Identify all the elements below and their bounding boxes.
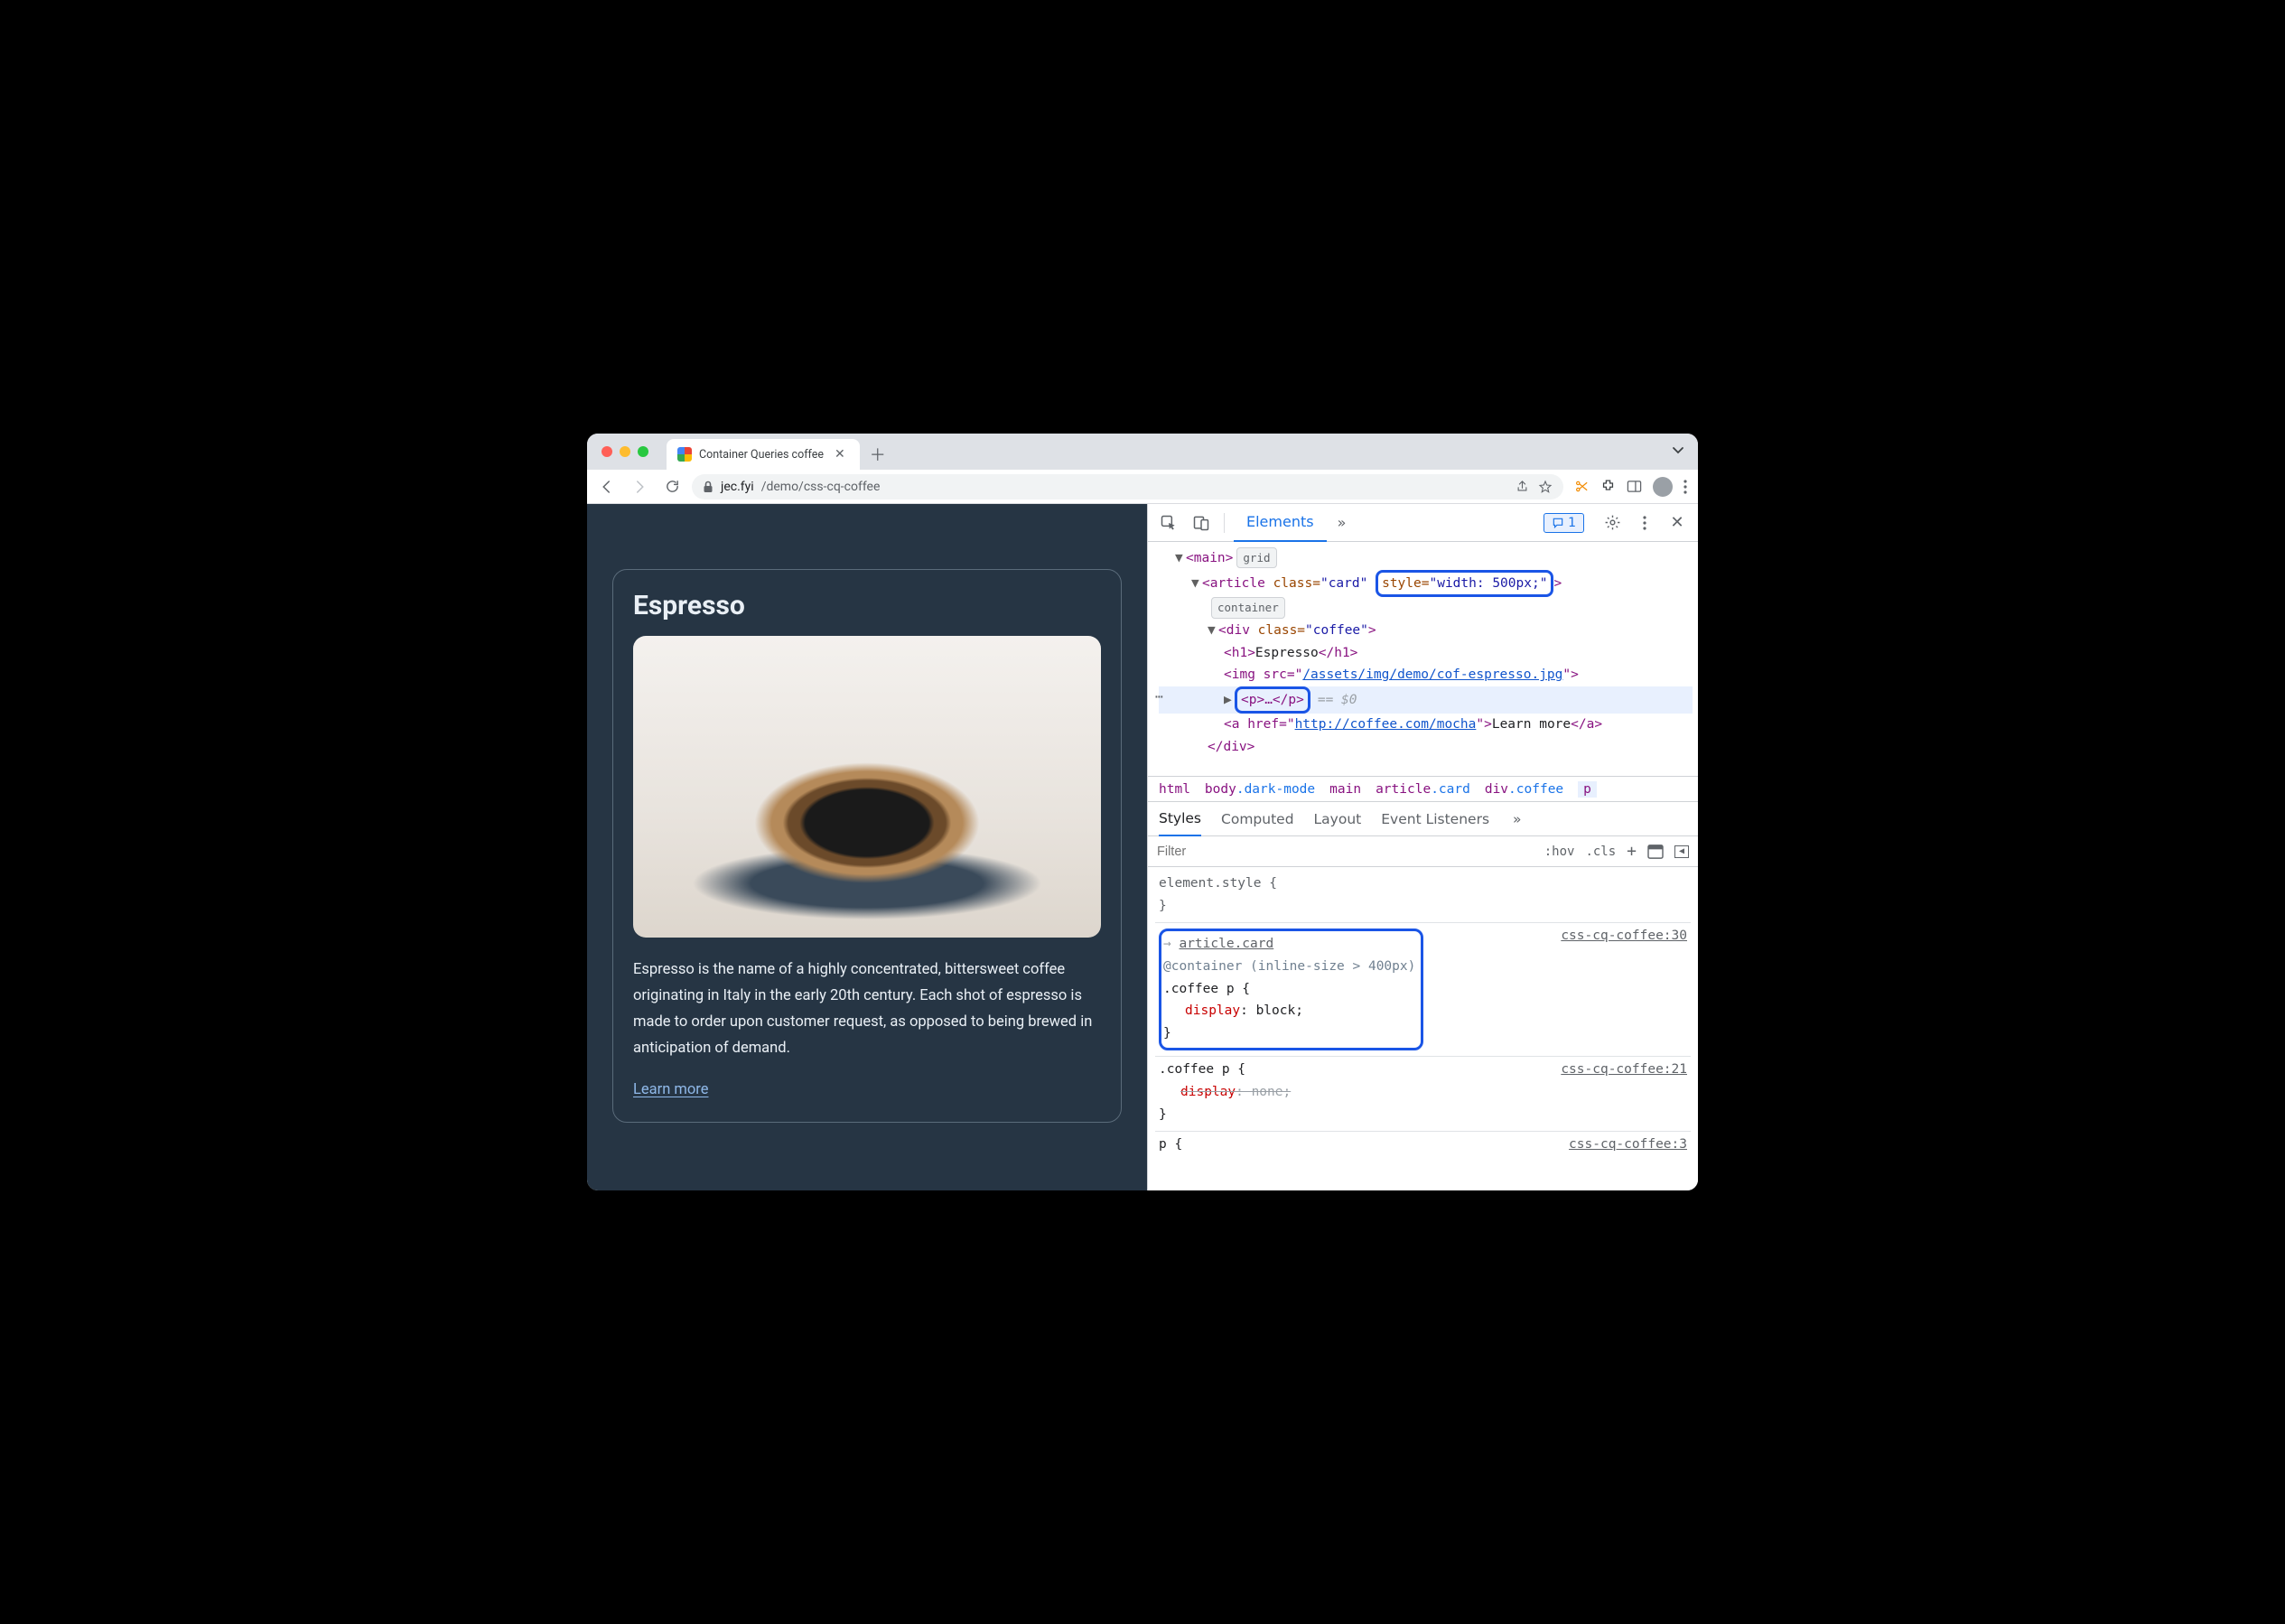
highlight-style-attr: style="width: 500px;" bbox=[1376, 570, 1553, 598]
window-controls bbox=[598, 434, 667, 470]
elements-tree[interactable]: ▼<main>grid ▼<article class="card" style… bbox=[1148, 542, 1698, 777]
back-button[interactable] bbox=[594, 474, 620, 499]
devtools-kebab-icon[interactable] bbox=[1631, 509, 1658, 537]
a-href-link[interactable]: http://coffee.com/mocha bbox=[1295, 717, 1477, 732]
coffee-image bbox=[633, 636, 1101, 938]
tab-title: Container Queries coffee bbox=[699, 448, 824, 462]
titlebar: Container Queries coffee ✕ ＋ bbox=[587, 434, 1698, 470]
kebab-menu-icon[interactable] bbox=[1683, 480, 1687, 494]
tab-styles[interactable]: Styles bbox=[1159, 802, 1201, 836]
tab-elements[interactable]: Elements bbox=[1234, 504, 1327, 542]
tab-layout[interactable]: Layout bbox=[1314, 811, 1362, 827]
reload-button[interactable] bbox=[659, 474, 685, 499]
inspect-icon[interactable] bbox=[1155, 509, 1182, 537]
highlight-p-node: <p>…</p> bbox=[1235, 686, 1310, 714]
minimize-window-button[interactable] bbox=[620, 446, 630, 457]
tab-overflow-button[interactable] bbox=[1671, 443, 1685, 457]
browser-window: Container Queries coffee ✕ ＋ jec.fyi/dem… bbox=[587, 434, 1698, 1190]
lock-icon bbox=[703, 481, 713, 493]
styles-filter-bar: :hov .cls + ◀ bbox=[1148, 836, 1698, 867]
toolbar: jec.fyi/demo/css-cq-coffee bbox=[587, 470, 1698, 504]
cls-toggle[interactable]: .cls bbox=[1585, 845, 1616, 859]
styles-tabs-overflow-icon[interactable]: » bbox=[1513, 811, 1521, 827]
rule-coffee-p-overridden: css-cq-coffee:21 .coffee p { display: no… bbox=[1155, 1057, 1691, 1132]
tab-event-listeners[interactable]: Event Listeners bbox=[1381, 811, 1489, 827]
address-bar[interactable]: jec.fyi/demo/css-cq-coffee bbox=[692, 474, 1563, 499]
close-tab-button[interactable]: ✕ bbox=[831, 447, 849, 462]
new-tab-button[interactable]: ＋ bbox=[865, 442, 891, 467]
rule-source-link[interactable]: css-cq-coffee:30 bbox=[1561, 925, 1687, 947]
extensions-icon[interactable] bbox=[1600, 479, 1616, 494]
devtools-close-icon[interactable]: ✕ bbox=[1664, 509, 1691, 537]
styles-filter-input[interactable] bbox=[1157, 845, 1537, 859]
sidebar-toggle-icon[interactable]: ◀ bbox=[1674, 845, 1689, 858]
card-title: Espresso bbox=[633, 590, 1101, 621]
rule-source-link[interactable]: css-cq-coffee:3 bbox=[1569, 1134, 1687, 1156]
rule-element-style: element.style { } bbox=[1155, 871, 1691, 923]
rule-container-query: css-cq-coffee:30 → article.card @contain… bbox=[1155, 923, 1691, 1057]
img-src-link[interactable]: /assets/img/demo/cof-espresso.jpg bbox=[1302, 667, 1562, 682]
devtools-topbar: Elements » 1 ✕ bbox=[1148, 504, 1698, 542]
device-toggle-icon[interactable] bbox=[1188, 509, 1215, 537]
share-icon[interactable] bbox=[1516, 480, 1529, 494]
settings-gear-icon[interactable] bbox=[1599, 509, 1626, 537]
grid-badge[interactable]: grid bbox=[1236, 547, 1276, 568]
issues-count: 1 bbox=[1568, 516, 1576, 530]
selected-node[interactable]: ▶<p>…</p>== $0 bbox=[1159, 686, 1693, 714]
scissors-icon[interactable] bbox=[1574, 479, 1590, 494]
coffee-card: Espresso Espresso is the name of a highl… bbox=[612, 569, 1122, 1123]
computed-toggle-icon[interactable] bbox=[1647, 845, 1664, 859]
toolbar-actions bbox=[1571, 477, 1691, 497]
hov-toggle[interactable]: :hov bbox=[1544, 845, 1575, 859]
styles-tabs: Styles Computed Layout Event Listeners » bbox=[1148, 802, 1698, 836]
container-badge[interactable]: container bbox=[1211, 597, 1285, 618]
browser-tab[interactable]: Container Queries coffee ✕ bbox=[667, 439, 860, 470]
rendered-page: Espresso Espresso is the name of a highl… bbox=[587, 504, 1147, 1190]
dom-breadcrumb[interactable]: html body.dark-mode main article.card di… bbox=[1148, 777, 1698, 802]
rule-source-link[interactable]: css-cq-coffee:21 bbox=[1561, 1059, 1687, 1081]
fullscreen-window-button[interactable] bbox=[638, 446, 648, 457]
rule-p: css-cq-coffee:3 p { bbox=[1155, 1132, 1691, 1162]
url-path: /demo/css-cq-coffee bbox=[761, 480, 881, 494]
highlight-container-rule: → article.card @container (inline-size >… bbox=[1159, 929, 1423, 1050]
star-icon[interactable] bbox=[1538, 480, 1553, 494]
tab-computed[interactable]: Computed bbox=[1221, 811, 1294, 827]
card-body: Espresso is the name of a highly concent… bbox=[633, 957, 1101, 1062]
learn-more-link[interactable]: Learn more bbox=[633, 1081, 708, 1098]
forward-button[interactable] bbox=[627, 474, 652, 499]
new-rule-button[interactable]: + bbox=[1627, 842, 1637, 861]
url-host: jec.fyi bbox=[721, 480, 754, 494]
profile-avatar[interactable] bbox=[1653, 477, 1673, 497]
tabs-overflow-icon[interactable]: » bbox=[1332, 514, 1352, 531]
issues-badge[interactable]: 1 bbox=[1544, 513, 1584, 533]
content-split: Espresso Espresso is the name of a highl… bbox=[587, 504, 1698, 1190]
styles-pane[interactable]: element.style { } css-cq-coffee:30 → art… bbox=[1148, 867, 1698, 1190]
favicon bbox=[677, 447, 692, 462]
close-window-button[interactable] bbox=[602, 446, 612, 457]
panel-icon[interactable] bbox=[1627, 480, 1642, 493]
devtools: Elements » 1 ✕ ▼<main>grid ▼<article cla… bbox=[1147, 504, 1698, 1190]
